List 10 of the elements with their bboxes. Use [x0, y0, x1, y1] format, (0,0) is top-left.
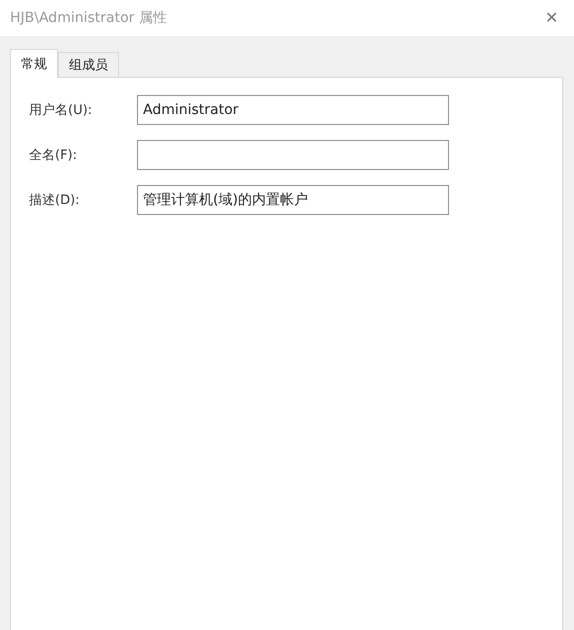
close-button[interactable]: ✕ [539, 8, 564, 28]
field-label: 描述(D): [29, 192, 81, 209]
input-field[interactable]: Administrator [137, 95, 449, 125]
window-title: HJB\Administrator 属性 [10, 9, 167, 27]
tab[interactable]: 常规 [10, 49, 58, 78]
field-label: 全名(F): [29, 147, 78, 164]
field-label: 用户名(U): [29, 102, 94, 119]
input-field[interactable]: 管理计算机(域)的内置帐户 [137, 185, 449, 215]
input-field[interactable] [137, 140, 449, 170]
tab[interactable]: 组成员 [58, 52, 119, 77]
